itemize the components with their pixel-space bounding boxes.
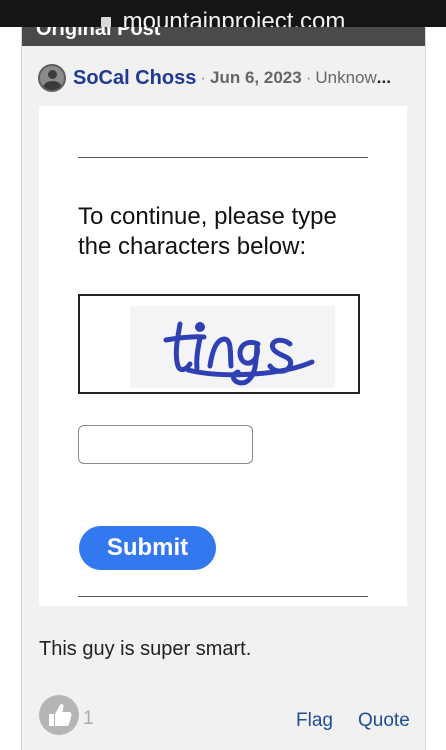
captcha-prompt-line1: To continue, please type xyxy=(78,203,337,230)
quote-link[interactable]: Quote xyxy=(358,710,410,732)
divider-bottom xyxy=(78,596,368,597)
card-header: Original Post xyxy=(22,27,425,46)
like-count: 1 xyxy=(83,708,94,729)
post-location-text: Unknow xyxy=(315,68,377,87)
divider-top xyxy=(78,157,368,158)
lock-icon xyxy=(100,16,111,27)
post-location: Unknow... xyxy=(315,68,391,88)
user-avatar-icon[interactable] xyxy=(38,64,66,92)
location-truncation: ... xyxy=(376,68,391,87)
thumbs-up-icon[interactable] xyxy=(39,695,79,735)
url-text: mountainproject.com xyxy=(122,8,346,27)
submit-button[interactable]: Submit xyxy=(79,526,216,570)
meta-separator: · xyxy=(200,68,207,87)
captcha-glyphs xyxy=(163,321,315,386)
author-link[interactable]: SoCal Choss xyxy=(73,67,196,90)
captcha-image-frame xyxy=(78,294,360,394)
flag-link[interactable]: Flag xyxy=(296,710,333,732)
card-header-title: Original Post xyxy=(36,27,161,40)
post-date: Jun 6, 2023 xyxy=(210,68,302,87)
meta-separator: · xyxy=(305,68,312,87)
captcha-embed: To continue, please type the characters … xyxy=(39,106,407,606)
browser-url-bar[interactable]: mountainproject.com xyxy=(0,0,446,27)
post-body-text: This guy is super smart. xyxy=(39,638,252,660)
post-meta: SoCal Choss · Jun 6, 2023 · Unknow... xyxy=(38,64,391,92)
captcha-image xyxy=(130,306,335,388)
thumbs-up-glyph xyxy=(49,703,72,726)
captcha-input[interactable] xyxy=(78,425,253,464)
captcha-prompt-line2: the characters below: xyxy=(78,233,307,260)
url-display: mountainproject.com xyxy=(100,8,346,27)
